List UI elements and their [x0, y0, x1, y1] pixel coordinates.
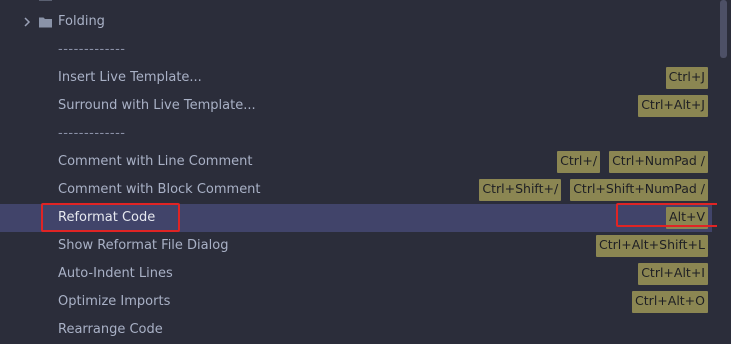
keymap-action-tree: Folding ------------- Insert Live Templa… [0, 0, 712, 338]
shortcut-list: Ctrl+J [665, 67, 708, 89]
shortcut-list: Ctrl+Alt+Shift+L [596, 235, 708, 257]
tree-item-label: Rearrange Code [58, 322, 163, 337]
tree-separator: ------------- [0, 120, 712, 148]
tree-item-surround-live-template[interactable]: Surround with Live Template... Ctrl+Alt+… [0, 92, 712, 120]
tree-item-show-reformat-dialog[interactable]: Show Reformat File Dialog Ctrl+Alt+Shift… [0, 232, 712, 260]
tree-item-comment-line[interactable]: Comment with Line Comment Ctrl+/ Ctrl+Nu… [0, 148, 712, 176]
tree-item-label: Show Reformat File Dialog [58, 238, 229, 253]
tree-item-label: Folding [58, 14, 105, 29]
shortcut-badge: Ctrl+Alt+Shift+L [596, 235, 708, 257]
shortcut-badge: Ctrl+Alt+I [638, 263, 708, 285]
folder-icon [39, 0, 52, 1]
tree-item-label: Surround with Live Template... [58, 98, 256, 113]
scrollbar-thumb[interactable] [720, 0, 727, 58]
shortcut-list: Ctrl+Alt+I [638, 263, 708, 285]
shortcut-list: Ctrl+Alt+J [638, 95, 708, 117]
tree-item-optimize-imports[interactable]: Optimize Imports Ctrl+Alt+O [0, 288, 712, 316]
shortcut-badge: Ctrl+Alt+O [632, 291, 708, 313]
tree-item-label: Optimize Imports [58, 294, 171, 309]
shortcut-badge: Ctrl+Shift+NumPad / [570, 179, 708, 201]
separator-label: ------------- [58, 42, 126, 57]
shortcut-badge: Ctrl+J [665, 67, 708, 89]
shortcut-list: Alt+V [666, 207, 708, 229]
shortcut-badge: Ctrl+Shift+/ [479, 179, 562, 201]
shortcut-badge: Alt+V [666, 207, 708, 229]
chevron-right-icon[interactable] [20, 15, 34, 29]
shortcut-list: Ctrl+Alt+O [632, 291, 708, 313]
shortcut-badge: Ctrl+NumPad / [609, 151, 708, 173]
separator-label: ------------- [58, 126, 126, 141]
shortcut-list: Ctrl+Shift+/ Ctrl+Shift+NumPad / [479, 179, 708, 201]
shortcut-badge: Ctrl+Alt+J [638, 95, 708, 117]
tree-item-label: Auto-Indent Lines [58, 266, 173, 281]
tree-separator: ------------- [0, 36, 712, 64]
tree-item-comment-block[interactable]: Comment with Block Comment Ctrl+Shift+/ … [0, 176, 712, 204]
shortcut-badge: Ctrl+/ [557, 151, 601, 173]
chevron-right-icon [20, 0, 34, 2]
tree-item-insert-live-template[interactable]: Insert Live Template... Ctrl+J [0, 64, 712, 92]
folder-icon [39, 17, 52, 28]
tree-item-reformat-code[interactable]: Reformat Code Alt+V [0, 204, 712, 232]
tree-item-label: Insert Live Template... [58, 70, 202, 85]
tree-item-label: Comment with Line Comment [58, 154, 253, 169]
tree-item-label: Reformat Code [58, 210, 156, 225]
tree-item-rearrange-code[interactable]: Rearrange Code [0, 316, 712, 344]
tree-item-folding[interactable]: Folding [0, 8, 712, 36]
vertical-scrollbar[interactable] [717, 0, 731, 338]
tree-item-auto-indent[interactable]: Auto-Indent Lines Ctrl+Alt+I [0, 260, 712, 288]
shortcut-list: Ctrl+/ Ctrl+NumPad / [557, 151, 708, 173]
tree-item-label: Comment with Block Comment [58, 182, 261, 197]
